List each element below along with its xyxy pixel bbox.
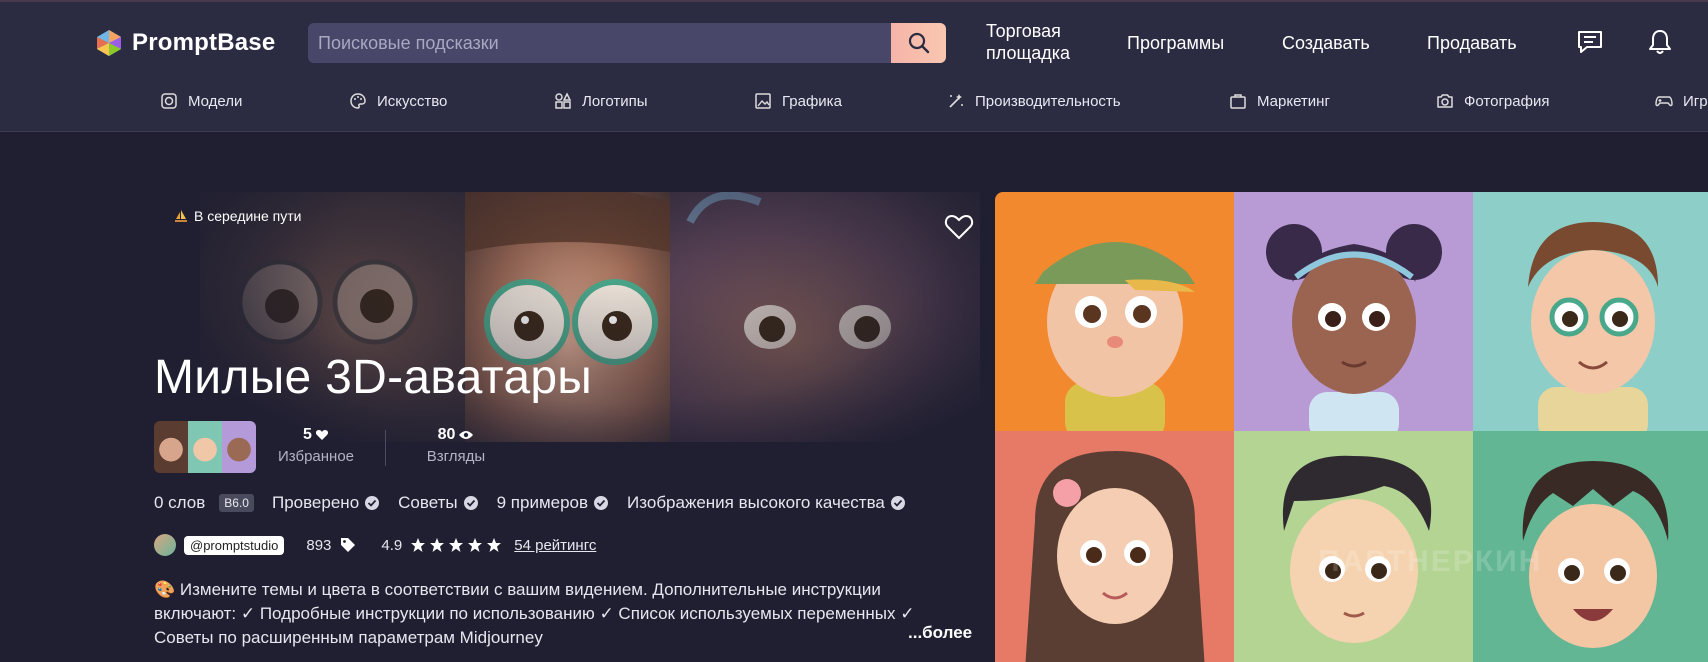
description: 🎨 Измените темы и цвета в соответствии с… — [154, 580, 915, 647]
feature-tips: Советы — [398, 493, 478, 513]
avatar[interactable] — [154, 534, 176, 556]
favorite-button[interactable] — [944, 212, 974, 242]
nav-marketplace[interactable]: Торговая площадка — [986, 20, 1070, 64]
gallery-image[interactable] — [995, 192, 1234, 431]
feature-hq-images: Изображения высокого качества — [627, 493, 906, 513]
category-models[interactable]: Модели — [160, 92, 242, 110]
rating-stars — [410, 537, 502, 553]
ratings-link[interactable]: 54 рейтингс — [514, 537, 596, 554]
nav-create[interactable]: Создавать — [1282, 32, 1370, 54]
feature-list: 0 слов B6.0 Проверено Советы 9 примеров … — [154, 493, 906, 513]
heart-icon — [315, 430, 328, 440]
read-more-link[interactable]: ...более — [908, 623, 972, 643]
shapes-icon — [555, 92, 572, 109]
thumbnail-strip[interactable] — [154, 421, 256, 473]
seller-handle[interactable]: @promptstudio — [184, 535, 285, 555]
feature-verified: Проверено — [272, 493, 380, 513]
category-games[interactable]: Игр — [1655, 92, 1708, 110]
example-gallery — [995, 192, 1708, 662]
sales-count: 893 — [306, 536, 332, 554]
gallery-image[interactable] — [995, 431, 1234, 662]
model-badge[interactable]: В середине пути — [174, 208, 302, 224]
search-button[interactable] — [891, 23, 946, 63]
seller-row: @promptstudio 893 4.9 54 рейтингс — [154, 534, 596, 556]
star-icon — [449, 538, 464, 552]
tag-icon — [341, 538, 356, 552]
verified-badge-icon — [365, 496, 380, 510]
nav-programs[interactable]: Программы — [1127, 32, 1224, 54]
eye-icon — [459, 431, 474, 439]
star-icon — [487, 538, 502, 552]
chat-icon — [1578, 31, 1602, 53]
category-graphics[interactable]: Графика — [754, 92, 842, 110]
models-icon — [161, 93, 177, 109]
thumbnail — [222, 421, 256, 473]
messages-button[interactable] — [1575, 27, 1605, 57]
bell-icon — [1649, 30, 1671, 54]
word-count: 0 слов — [154, 493, 206, 512]
camera-icon — [1437, 94, 1453, 108]
verified-badge-icon — [594, 496, 609, 510]
palette-icon — [350, 93, 366, 109]
category-nav: Модели Искусство Логотипы Графика Произв… — [0, 78, 1708, 132]
logo-icon — [94, 28, 124, 58]
stat-divider — [385, 430, 386, 466]
watermark: ПАРТНЕРКИН — [1318, 545, 1543, 578]
gamepad-icon — [1655, 96, 1673, 107]
nav-sell[interactable]: Продавать — [1427, 32, 1517, 54]
heart-icon — [944, 214, 974, 240]
views-stat: 80 Взгляды — [426, 426, 486, 465]
top-header: PromptBase Торговая площадка Программы С… — [0, 0, 1708, 78]
palette-emoji-icon: 🎨 — [154, 580, 176, 599]
page-title: Милые 3D-аватары — [154, 351, 593, 404]
verified-badge-icon — [890, 496, 905, 510]
feature-examples: 9 примеров — [497, 493, 609, 513]
search-icon — [908, 32, 929, 54]
thumbnail — [154, 421, 188, 473]
favorites-stat: 5 Избранное — [277, 426, 355, 465]
category-logos[interactable]: Логотипы — [554, 92, 648, 110]
gallery-image[interactable] — [1234, 192, 1473, 431]
star-icon — [430, 538, 445, 552]
thumbnail — [188, 421, 222, 473]
category-photography[interactable]: Фотография — [1436, 92, 1549, 110]
logo[interactable]: PromptBase — [94, 28, 275, 58]
search-input[interactable] — [308, 23, 891, 63]
version-chip: B6.0 — [219, 494, 254, 512]
briefcase-icon — [1230, 94, 1246, 109]
logo-text: PromptBase — [132, 29, 276, 56]
category-art[interactable]: Искусство — [349, 92, 447, 110]
star-icon — [411, 538, 426, 552]
image-icon — [755, 93, 771, 109]
notifications-button[interactable] — [1645, 27, 1675, 57]
rating-value: 4.9 — [381, 536, 403, 554]
sailboat-icon — [175, 210, 187, 222]
category-productivity[interactable]: Производительность — [947, 92, 1121, 110]
star-icon — [468, 538, 483, 552]
verified-badge-icon — [463, 496, 478, 510]
magic-wand-icon — [949, 94, 963, 108]
category-marketing[interactable]: Маркетинг — [1229, 92, 1330, 110]
gallery-image[interactable] — [1473, 192, 1708, 431]
search-bar — [308, 23, 946, 63]
